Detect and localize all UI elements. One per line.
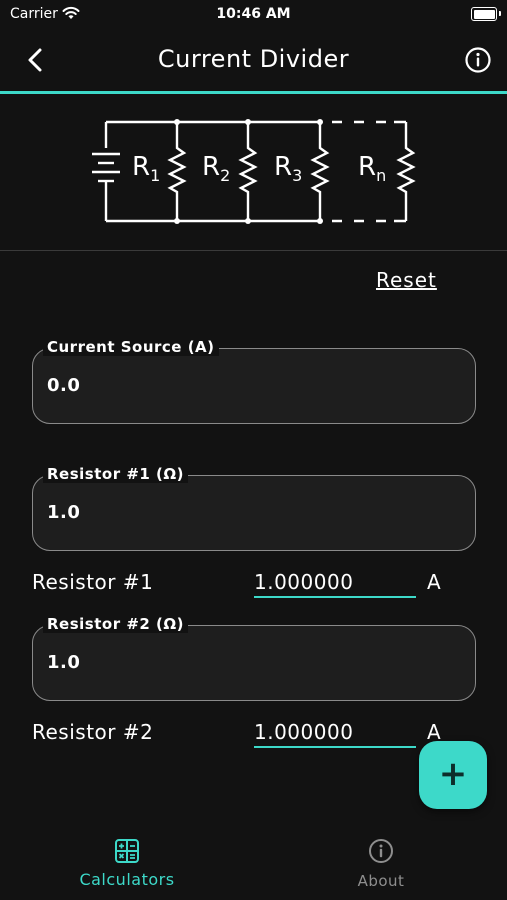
reset-button[interactable]: Reset <box>376 268 437 292</box>
tab-about[interactable]: About <box>306 838 456 890</box>
nav-accent-line <box>0 91 507 94</box>
tab-about-label: About <box>357 872 405 890</box>
page-title: Current Divider <box>157 45 350 73</box>
battery-tip <box>499 11 501 16</box>
result-2-value: 1.000000 <box>254 720 416 748</box>
status-time: 10:46 AM <box>216 6 291 22</box>
status-bar: Carrier 10:46 AM <box>0 0 507 30</box>
info-button[interactable] <box>464 46 492 74</box>
r1-label: R1 <box>132 152 161 186</box>
plus-icon: + <box>438 753 468 794</box>
result-1-unit: A <box>427 570 441 594</box>
result-2-label: Resistor #2 <box>32 720 154 744</box>
section-divider <box>0 250 507 251</box>
resistor-2-input[interactable] <box>47 652 447 673</box>
result-1-value: 1.000000 <box>254 570 416 598</box>
r3-label: R3 <box>274 152 303 186</box>
calculator-icon <box>115 839 139 863</box>
resistor-1-label: Resistor #1 (Ω) <box>43 465 189 483</box>
tab-calculators-label: Calculators <box>79 870 175 889</box>
rn-label: Rn <box>358 152 387 186</box>
resistor-2-label: Resistor #2 (Ω) <box>43 615 189 633</box>
circuit-diagram: R1 R2 R3 Rn <box>80 110 430 235</box>
battery-icon <box>471 7 497 21</box>
tab-calculators[interactable]: Calculators <box>52 838 202 889</box>
current-source-field[interactable]: Current Source (A) <box>32 338 476 424</box>
resistor-1-field[interactable]: Resistor #1 (Ω) <box>32 465 476 551</box>
current-source-label: Current Source (A) <box>43 338 219 356</box>
r2-label: R2 <box>202 152 231 186</box>
info-icon <box>369 839 393 863</box>
result-1-label: Resistor #1 <box>32 570 154 594</box>
resistor-2-field[interactable]: Resistor #2 (Ω) <box>32 615 476 701</box>
info-icon <box>465 47 491 73</box>
add-resistor-button[interactable]: + <box>419 741 487 809</box>
current-source-input[interactable] <box>47 375 447 396</box>
resistor-1-input[interactable] <box>47 502 447 523</box>
